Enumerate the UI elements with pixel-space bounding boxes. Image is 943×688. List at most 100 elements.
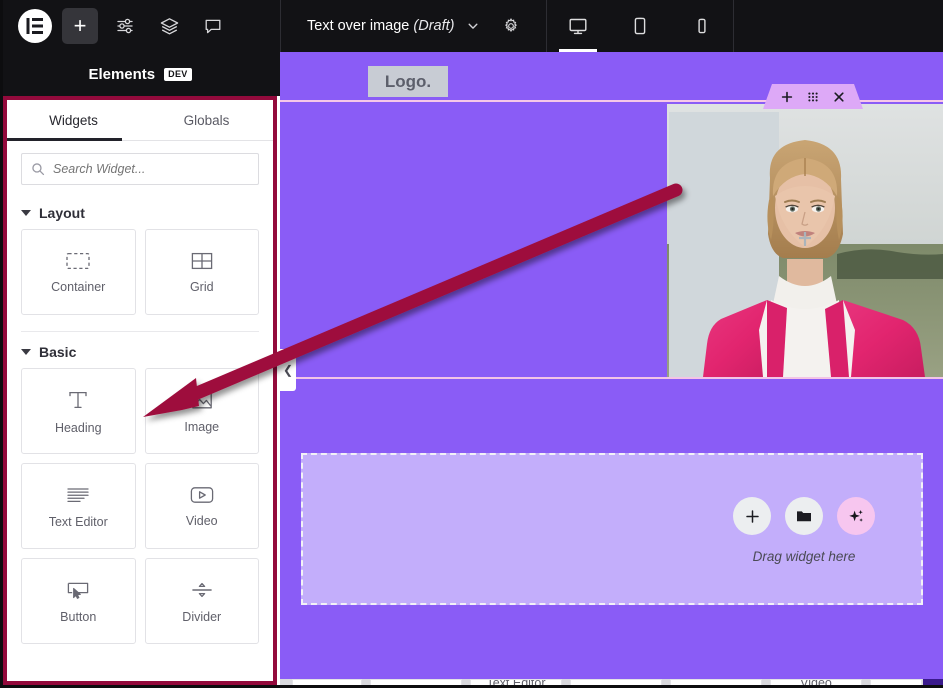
chevron-down-icon[interactable] (466, 19, 480, 33)
document-title-group: Text over image (Draft) (281, 0, 546, 52)
widget-text-editor-label: Text Editor (48, 514, 108, 529)
widget-container-label: Container (51, 279, 106, 294)
panel-tabs: Widgets Globals (7, 100, 273, 141)
layers-icon[interactable] (152, 8, 186, 44)
ai-generate-button[interactable] (837, 497, 875, 535)
dropzone-buttons (733, 497, 875, 535)
caret-down-icon (21, 210, 31, 216)
dropzone-content: Drag widget here (733, 497, 875, 564)
logo-text: Logo. (384, 71, 432, 91)
bs-cell-e[interactable] (870, 679, 922, 688)
add-element-button[interactable]: + (62, 8, 98, 44)
open-folder-button[interactable] (785, 497, 823, 535)
element-toolbar-actions (763, 84, 863, 109)
folder-icon (797, 511, 811, 522)
tab-globals-label: Globals (183, 112, 230, 128)
bottom-dark-corner (923, 679, 943, 688)
logo-element[interactable]: Logo. (368, 66, 448, 97)
widget-heading-label: Heading (54, 420, 102, 435)
panel-highlight-frame: Widgets Globals Layout (3, 96, 277, 685)
video-icon (190, 486, 214, 503)
dropzone-label: Drag widget here (752, 549, 856, 564)
bs-cell-c[interactable] (570, 679, 662, 688)
widget-image[interactable]: Image (144, 368, 259, 454)
widget-grid-basic: Heading Image Text Editor Video Button D… (7, 368, 273, 644)
section-layout-header[interactable]: Layout (7, 195, 273, 229)
dev-badge: DEV (164, 67, 192, 81)
widget-grid-label: Grid (189, 279, 214, 294)
desktop-icon[interactable] (547, 0, 609, 52)
section-basic-title: Basic (39, 344, 77, 360)
widget-video-label: Video (185, 513, 218, 528)
chevron-left-icon: ❮ (282, 363, 294, 377)
sliders-icon[interactable] (108, 8, 142, 44)
mobile-icon[interactable] (671, 0, 733, 52)
search-box[interactable] (21, 153, 259, 185)
section-divider (21, 331, 259, 332)
divider-icon (192, 582, 212, 597)
elementor-editor: + Text over image (Draft) Elements DEV W… (0, 0, 943, 688)
close-icon[interactable] (833, 91, 845, 103)
sparkle-icon (848, 509, 863, 522)
document-state: (Draft) (413, 18, 455, 34)
search-icon (32, 163, 45, 176)
editor-canvas[interactable]: Logo. Drag widget here ❮ Text Editor Vid… (280, 52, 943, 688)
widget-dropzone[interactable]: Drag widget here (301, 453, 923, 605)
bs-cell-d[interactable] (670, 679, 762, 688)
device-preview-group (547, 0, 733, 52)
widget-button-label: Button (60, 609, 97, 624)
element-toolbar (763, 84, 863, 109)
top-toolbar-left: + (0, 0, 280, 52)
section-layout-title: Layout (39, 205, 85, 221)
gear-icon[interactable] (502, 17, 520, 35)
container-icon (66, 252, 90, 269)
button-icon (68, 582, 89, 599)
text-editor-icon (67, 487, 89, 502)
top-toolbar: + Text over image (Draft) (0, 0, 943, 52)
panel-title: Elements (88, 65, 156, 83)
search-input[interactable] (53, 162, 249, 176)
panel-collapse-handle[interactable]: ❮ (280, 349, 296, 391)
widget-button[interactable]: Button (21, 558, 136, 644)
heading-icon (69, 391, 87, 408)
widget-heading[interactable]: Heading (21, 368, 136, 454)
caret-down-icon (21, 349, 31, 355)
widget-grid-layout: Container Grid (7, 229, 273, 315)
document-name: Text over image (307, 18, 410, 34)
bs-cell-text-editor[interactable]: Text Editor (470, 679, 562, 688)
widget-divider-label: Divider (182, 609, 222, 624)
elementor-logo-icon[interactable] (18, 9, 52, 43)
tab-widgets[interactable]: Widgets (7, 100, 140, 141)
drag-handle-icon[interactable] (807, 91, 819, 103)
hero-section[interactable]: Logo. (280, 52, 943, 377)
widget-video[interactable]: Video (144, 463, 259, 549)
tablet-icon[interactable] (609, 0, 671, 52)
model-photo (667, 104, 943, 377)
grid-icon (191, 252, 213, 269)
panel-header: Elements DEV (0, 52, 280, 96)
plus-icon[interactable] (781, 91, 793, 103)
widget-divider[interactable]: Divider (144, 558, 259, 644)
tab-widgets-label: Widgets (49, 112, 98, 128)
bottom-widget-strip: Text Editor Video (280, 679, 943, 688)
widget-container[interactable]: Container (21, 229, 136, 315)
widget-image-label: Image (184, 419, 220, 434)
elements-panel: Elements DEV Widgets Globals Search Widg… (0, 52, 280, 688)
image-icon (191, 391, 212, 408)
widget-text-editor[interactable]: Text Editor (21, 463, 136, 549)
widget-grid[interactable]: Grid (144, 229, 259, 315)
bs-cell-video[interactable]: Video (770, 679, 862, 688)
bs-label-text-editor: Text Editor (486, 679, 546, 688)
tab-globals[interactable]: Globals (140, 100, 273, 140)
bs-cell-b[interactable] (370, 679, 462, 688)
bs-label-video: Video (800, 679, 832, 688)
add-widget-button[interactable] (733, 497, 771, 535)
page-title: Text over image (Draft) (307, 18, 454, 34)
section-basic-header[interactable]: Basic (7, 334, 273, 368)
top-toolbar-right (734, 0, 943, 52)
search-widget-container (7, 141, 273, 195)
comment-icon[interactable] (196, 8, 230, 44)
hero-image[interactable] (667, 104, 943, 377)
section-separator (280, 377, 943, 379)
bs-cell-a[interactable] (292, 679, 362, 688)
